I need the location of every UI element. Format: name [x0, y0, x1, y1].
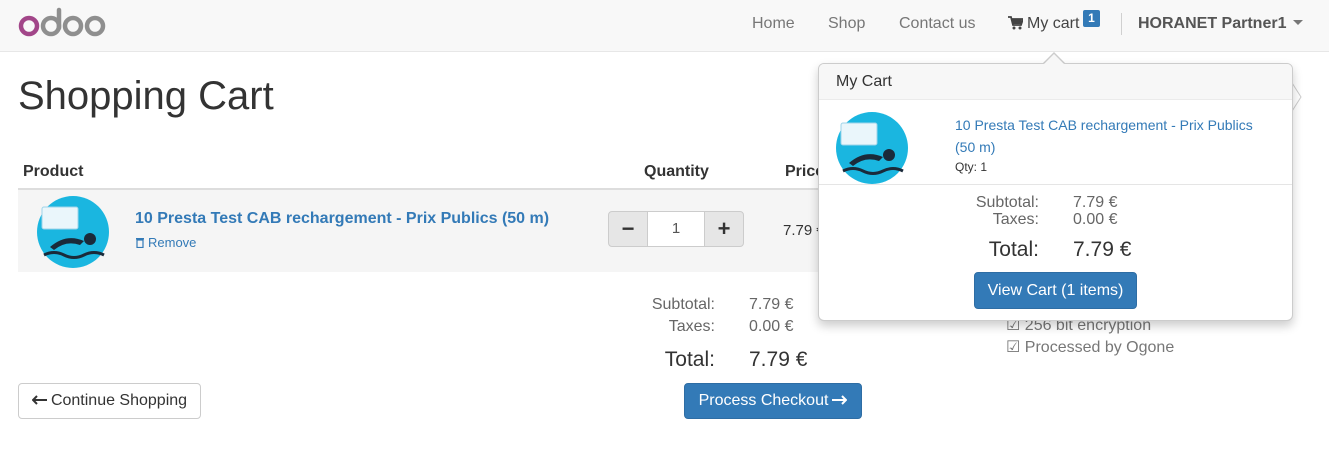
product-name-link[interactable]: 10 Presta Test CAB rechargement - Prix P…: [135, 210, 549, 228]
popover-taxes-label: Taxes:: [992, 211, 1039, 228]
my-cart-label: My cart: [1027, 15, 1080, 32]
subtotal-label: Subtotal:: [651, 296, 715, 313]
nav-home-link[interactable]: Home: [752, 15, 795, 33]
user-menu[interactable]: HORANET Partner1: [1138, 15, 1304, 33]
decrease-quantity-button[interactable]: −: [608, 211, 648, 247]
remove-label: Remove: [148, 235, 197, 250]
product-column-header: Product: [23, 163, 84, 180]
shopping-cart-icon: [1008, 16, 1025, 30]
popover-title: My Cart: [819, 64, 1292, 100]
subtotal-value: 7.79 €: [749, 296, 794, 313]
nav-divider: [1121, 13, 1122, 35]
my-cart-link[interactable]: My cart: [1008, 15, 1079, 33]
page-title: Shopping Cart: [18, 74, 274, 118]
popover-qty: Qty: 1: [955, 160, 988, 174]
quantity-input[interactable]: 1: [648, 211, 704, 247]
total-label: Total:: [664, 348, 715, 371]
continue-shopping-button[interactable]: Continue Shopping: [18, 383, 201, 419]
process-checkout-label: Process Checkout: [698, 392, 829, 409]
top-navbar: Home Shop Contact us My cart 1 HORANET P…: [0, 0, 1329, 52]
popover-product-link[interactable]: 10 Presta Test CAB rechargement - Prix P…: [955, 114, 1275, 158]
increase-quantity-button[interactable]: +: [704, 211, 744, 247]
popover-total-value: 7.79 €: [1073, 238, 1132, 261]
view-cart-button[interactable]: View Cart (1 items): [974, 272, 1137, 309]
popover-product-thumbnail: [836, 112, 908, 184]
cart-popover: My Cart 10 Presta Test CAB rechargement …: [818, 63, 1293, 321]
quantity-stepper: − 1 +: [608, 211, 744, 247]
caret-down-icon: [1293, 20, 1304, 25]
arrow-left-icon: [31, 395, 47, 405]
nav-shop-link[interactable]: Shop: [828, 15, 865, 33]
cart-count-badge: 1: [1083, 10, 1100, 27]
continue-shopping-label: Continue Shopping: [50, 392, 188, 409]
product-thumbnail[interactable]: [36, 195, 110, 269]
quantity-column-header: Quantity: [644, 163, 709, 180]
total-value: 7.79 €: [749, 348, 808, 371]
popover-taxes-value: 0.00 €: [1073, 211, 1118, 228]
popover-divider: [819, 184, 1292, 185]
arrow-right-icon: [832, 395, 848, 405]
popover-total-label: Total:: [988, 238, 1039, 261]
remove-link[interactable]: Remove: [135, 235, 196, 250]
taxes-value: 0.00 €: [749, 318, 794, 335]
popover-subtotal-value: 7.79 €: [1073, 194, 1118, 211]
process-checkout-button[interactable]: Process Checkout: [684, 383, 862, 419]
nav-contact-link[interactable]: Contact us: [899, 15, 975, 33]
odoo-logo[interactable]: [18, 7, 108, 44]
user-name: HORANET Partner1: [1138, 15, 1287, 32]
popover-subtotal-label: Subtotal:: [975, 194, 1039, 211]
trash-icon: [136, 238, 144, 249]
security-ogone-note: ☑ Processed by Ogone: [1006, 339, 1175, 356]
taxes-label: Taxes:: [668, 318, 715, 335]
popover-arrow-fill: [1044, 54, 1064, 64]
